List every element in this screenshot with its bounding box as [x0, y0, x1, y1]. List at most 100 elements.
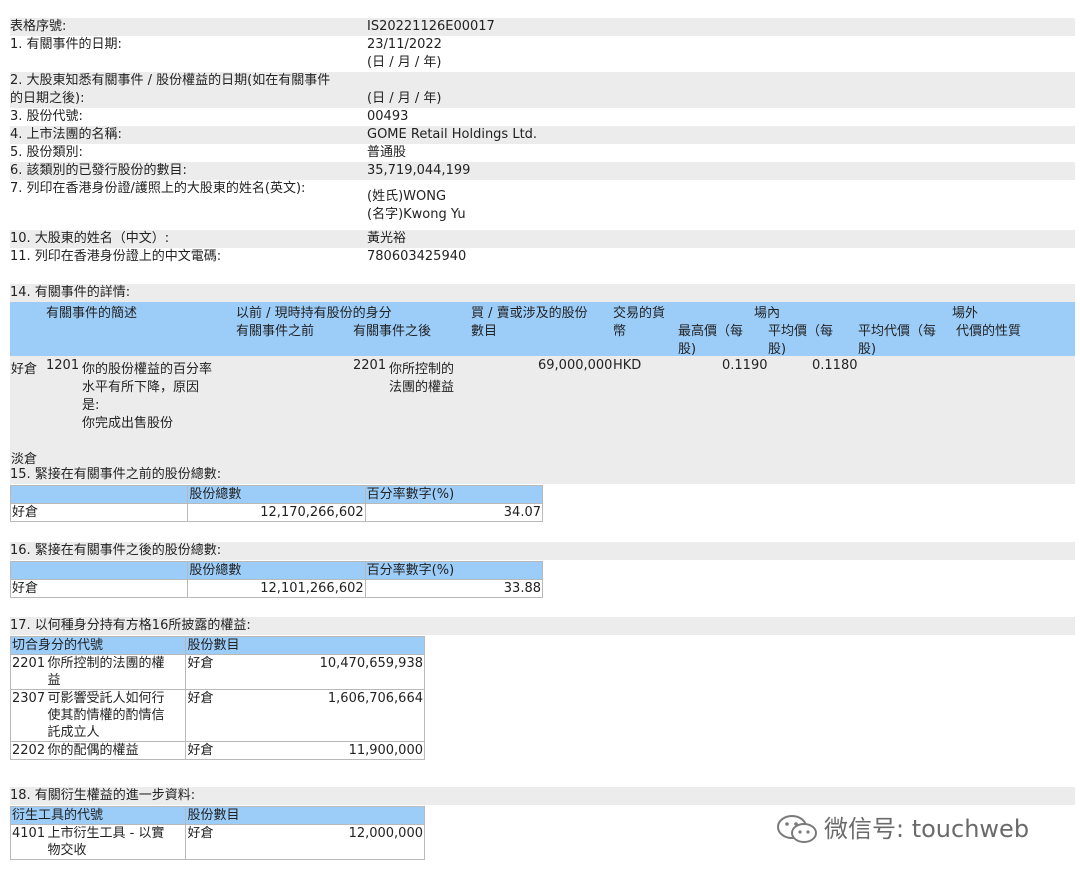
total-shares-value: 12,170,266,602	[187, 503, 366, 522]
row-event-code: 1201	[46, 358, 80, 373]
event-date-value: 23/11/2022	[367, 37, 442, 52]
section17-table: 切合身分的代號 股份數目 2201 你所控制的法團的權益 好倉 10,470,6…	[9, 636, 425, 760]
header-avg-2: 股)	[768, 342, 787, 357]
share-count-value: 11,900,000	[246, 741, 425, 760]
section15-title-row: 15. 緊接在有關事件之前的股份總數:	[10, 466, 1075, 484]
percent-value: 33.88	[364, 579, 544, 598]
watermark: 微信号: touchweb	[776, 814, 1046, 844]
header-offavg-1: 平均代價（每	[858, 324, 937, 339]
row-label: 好倉	[9, 579, 189, 598]
issued-shares-row: 6. 該類別的已發行股份的數目: 35,719,044,199	[10, 162, 1075, 180]
position-cell: 好倉	[185, 741, 247, 760]
chinese-name-row: 10. 大股東的姓名（中文）: 黃光裕	[10, 230, 1075, 248]
section16-title: 16. 緊接在有關事件之後的股份總數:	[10, 543, 222, 558]
header-shares-2: 數目	[471, 324, 498, 339]
stock-code-label: 3. 股份代號:	[10, 109, 83, 124]
table-row: 2307 可影響受託人如何行 使其酌情權的酌情信 託成立人 好倉 1,606,706…	[10, 689, 425, 742]
stock-code-row: 3. 股份代號: 00493	[10, 108, 1075, 126]
col-total-shares: 股份總數	[187, 485, 366, 504]
capacity-code: 2307	[10, 689, 47, 742]
header-high-1: 最高價（每	[678, 324, 744, 339]
serial-label: 表格序號:	[10, 19, 67, 34]
table-row: 2201 你所控制的法團的權益 好倉 10,470,659,938	[10, 654, 425, 690]
row-currency: HKD	[613, 358, 642, 373]
row-after-2: 法團的權益	[389, 380, 455, 395]
row-avg-price: 0.1180	[812, 358, 858, 373]
col-derivative-code: 衍生工具的代號	[9, 806, 187, 825]
capacity-desc-line: 益	[47, 673, 61, 688]
section14-title: 14. 有關事件的詳情:	[10, 285, 131, 300]
issued-shares-value: 35,719,044,199	[367, 163, 471, 178]
capacity-desc: 你的配偶的權益	[46, 741, 187, 760]
event-date-row: 1. 有關事件的日期: 23/11/2022 (日 / 月 / 年)	[10, 36, 1075, 72]
chinese-name-value: 黃光裕	[367, 231, 407, 246]
header-off-exchange: 場外	[952, 306, 979, 321]
position-cell: 好倉	[185, 689, 247, 742]
row-high-price: 0.1190	[722, 358, 768, 373]
chinese-name-label: 10. 大股東的姓名（中文）:	[10, 231, 170, 246]
share-class-value: 普通股	[367, 145, 407, 160]
capacity-desc-line: 託成立人	[47, 725, 100, 740]
row-desc-1: 你的股份權益的百分率	[82, 362, 213, 377]
col-percent: 百分率數字(%)	[364, 561, 544, 580]
share-count-value: 10,470,659,938	[246, 654, 425, 690]
capacity-desc-line: 可影響受託人如何行	[47, 691, 165, 706]
telecode-value: 780603425940	[367, 249, 467, 264]
serial-value: IS20221126E00017	[367, 19, 495, 34]
aware-date-row: 2. 大股東知悉有關事件 / 股份權益的日期(如在有關事件 的日期之後): (日…	[10, 72, 1075, 108]
wechat-icon	[777, 815, 817, 843]
row-after-1: 你所控制的	[389, 362, 455, 377]
col-total-shares: 股份總數	[187, 561, 366, 580]
header-shares-1: 買 / 賣或涉及的股份	[471, 306, 588, 321]
header-capacity: 以前 / 現時持有股份的身分	[236, 306, 392, 321]
derivative-desc: 上市衍生工具 - 以實 物交收	[46, 824, 187, 860]
capacity-desc-line: 你的配偶的權益	[47, 743, 139, 758]
derivative-desc-line: 物交收	[47, 843, 87, 858]
aware-date-label-1: 2. 大股東知悉有關事件 / 股份權益的日期(如在有關事件	[10, 73, 331, 88]
header-currency-2: 幣	[613, 324, 627, 339]
row-desc-4: 你完成出售股份	[82, 416, 174, 431]
row-position: 好倉	[11, 362, 38, 377]
header-currency-1: 交易的貨	[613, 306, 666, 321]
blank-cell	[9, 485, 189, 504]
blank-cell	[9, 561, 189, 580]
table-row: 好倉 12,170,266,602 34.07	[9, 503, 544, 522]
col-capacity-code: 切合身分的代號	[9, 636, 187, 655]
section15-title: 15. 緊接在有關事件之前的股份總數:	[10, 467, 222, 482]
percent-value: 34.07	[364, 503, 544, 522]
header-high-2: 股)	[678, 342, 697, 357]
derivative-code: 4101	[10, 824, 47, 860]
capacity-desc: 可影響受託人如何行 使其酌情權的酌情信 託成立人	[46, 689, 187, 742]
position-cell: 好倉	[185, 824, 247, 860]
derivative-desc-line: 上市衍生工具 - 以實	[47, 826, 165, 841]
section17-title: 17. 以何種身分持有方格16所披露的權益:	[10, 618, 251, 633]
issued-shares-label: 6. 該類別的已發行股份的數目:	[10, 163, 187, 178]
serial-row: 表格序號: IS20221126E00017	[10, 18, 1075, 36]
capacity-code: 2201	[10, 654, 47, 690]
corp-name-label: 4. 上市法團的名稱:	[10, 127, 122, 142]
header-avg-1: 平均價（每	[768, 324, 834, 339]
surname-value: (姓氏)WONG	[367, 189, 447, 204]
header-after: 有關事件之後	[353, 324, 432, 339]
header-on-exchange: 場內	[754, 306, 781, 321]
short-position-label: 淡倉	[11, 452, 38, 467]
telecode-row: 11. 列印在香港身份證上的中文電碼: 780603425940	[10, 248, 1075, 266]
english-name-row: 7. 列印在香港身份證/護照上的大股東的姓名(英文): (姓氏)WONG (名字…	[10, 180, 1075, 226]
row-shares: 69,000,000	[538, 358, 613, 373]
row-desc-3: 是:	[82, 398, 100, 413]
row-desc-2: 水平有所下降，原因	[82, 380, 200, 395]
total-shares-value: 12,101,266,602	[187, 579, 366, 598]
table-header-row: 衍生工具的代號 股份數目	[9, 806, 425, 825]
col-percent: 百分率數字(%)	[364, 485, 544, 504]
share-count-value: 1,606,706,664	[246, 689, 425, 742]
aware-date-label-2: 的日期之後):	[10, 91, 85, 106]
table-row: 4101 上市衍生工具 - 以實 物交收 好倉 12,000,000	[10, 824, 425, 860]
telecode-label: 11. 列印在香港身份證上的中文電碼:	[10, 249, 222, 264]
event-date-format: (日 / 月 / 年)	[367, 55, 442, 70]
table-header-row: 股份總數 百分率數字(%)	[9, 485, 544, 504]
english-name-label: 7. 列印在香港身份證/護照上的大股東的姓名(英文):	[10, 181, 306, 196]
row-after-code: 2201	[353, 358, 387, 373]
table-row: 2202 你的配偶的權益 好倉 11,900,000	[10, 741, 425, 760]
header-before: 有關事件之前	[236, 324, 315, 339]
share-class-row: 5. 股份類別: 普通股	[10, 144, 1075, 162]
